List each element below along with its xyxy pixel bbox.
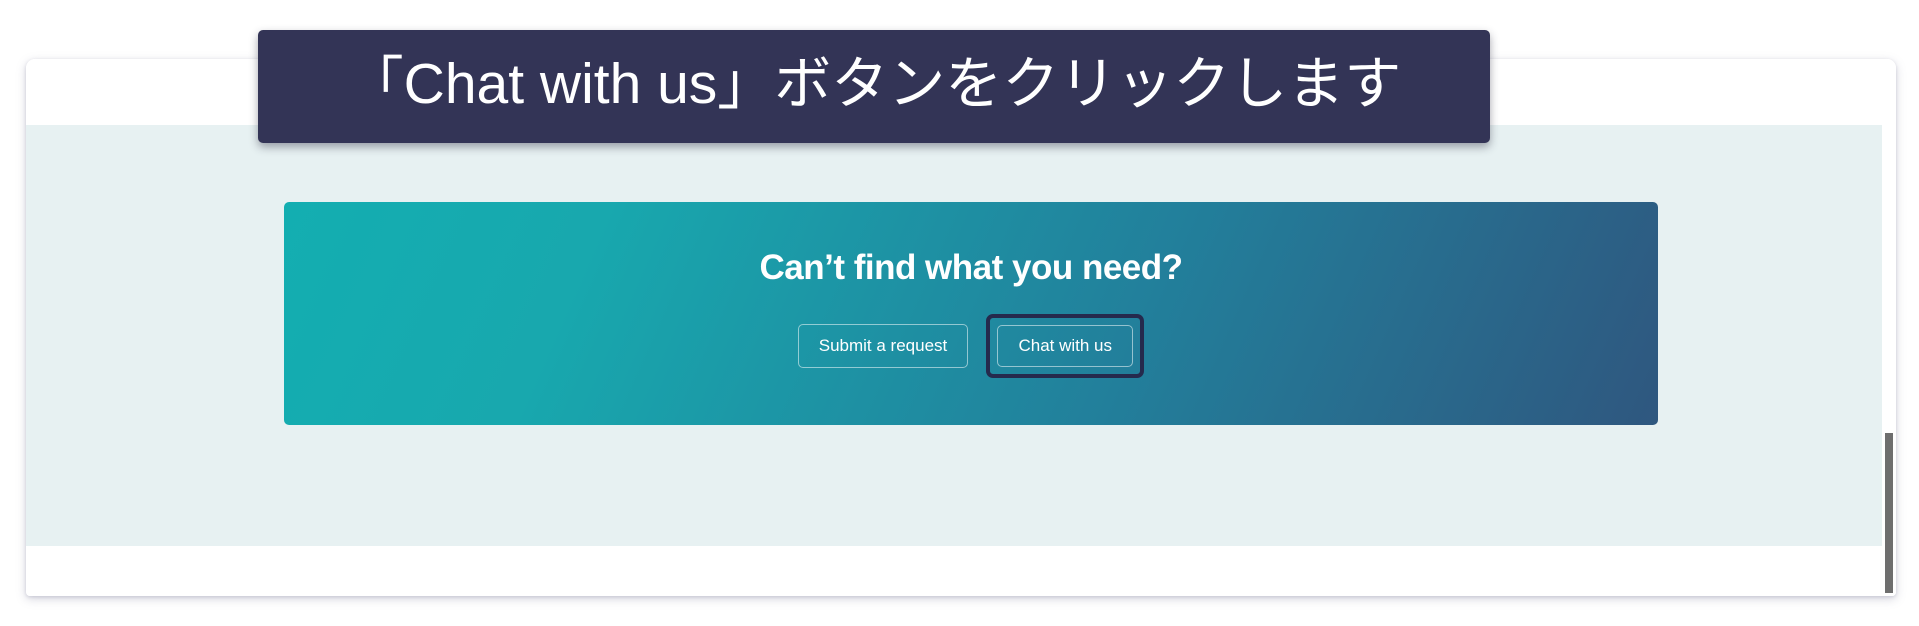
vertical-scrollbar-track[interactable] bbox=[1882, 59, 1896, 596]
submit-a-request-button[interactable]: Submit a request bbox=[797, 323, 969, 368]
chat-with-us-highlight-ring: Chat with us bbox=[986, 313, 1145, 378]
site-footer bbox=[26, 546, 1896, 596]
help-card: Can’t find what you need? Submit a reque… bbox=[284, 202, 1658, 425]
vertical-scrollbar-thumb[interactable] bbox=[1885, 433, 1893, 593]
chat-with-us-button[interactable]: Chat with us bbox=[997, 324, 1134, 367]
instruction-banner: 「Chat with us」ボタンをクリックします bbox=[258, 30, 1490, 143]
help-card-actions: Submit a request Chat with us bbox=[797, 313, 1145, 378]
help-card-title: Can’t find what you need? bbox=[759, 248, 1183, 288]
instruction-banner-text: 「Chat with us」ボタンをクリックします bbox=[346, 52, 1402, 116]
